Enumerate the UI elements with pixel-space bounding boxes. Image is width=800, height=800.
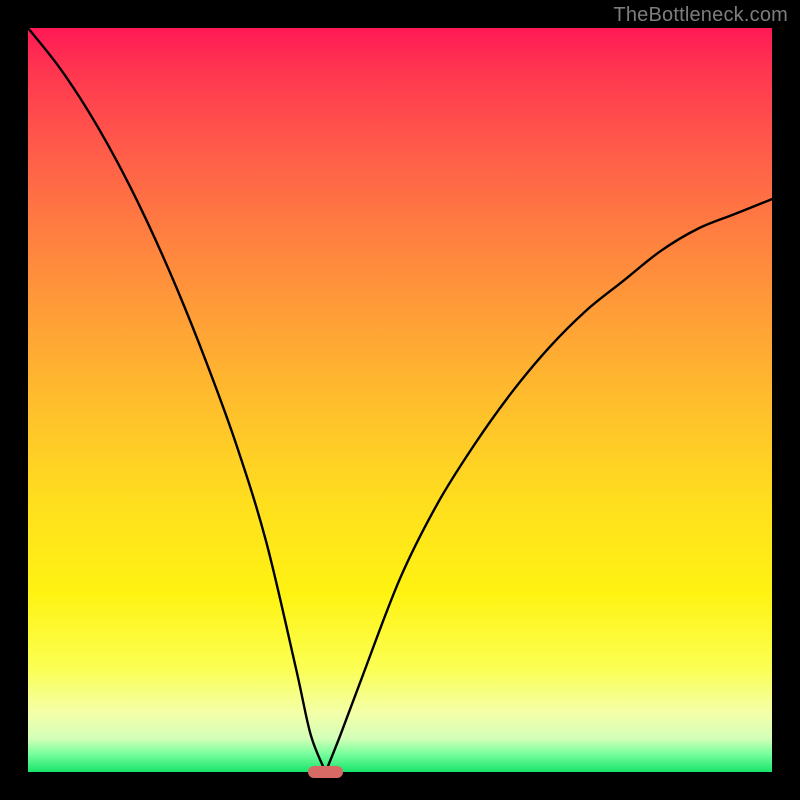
- bottleneck-curve: [28, 28, 772, 772]
- minimum-marker: [308, 766, 342, 778]
- curve-right-branch: [326, 199, 772, 772]
- outer-frame: TheBottleneck.com: [0, 0, 800, 800]
- plot-area: [28, 28, 772, 772]
- watermark-text: TheBottleneck.com: [613, 4, 788, 27]
- curve-left-branch: [28, 28, 326, 772]
